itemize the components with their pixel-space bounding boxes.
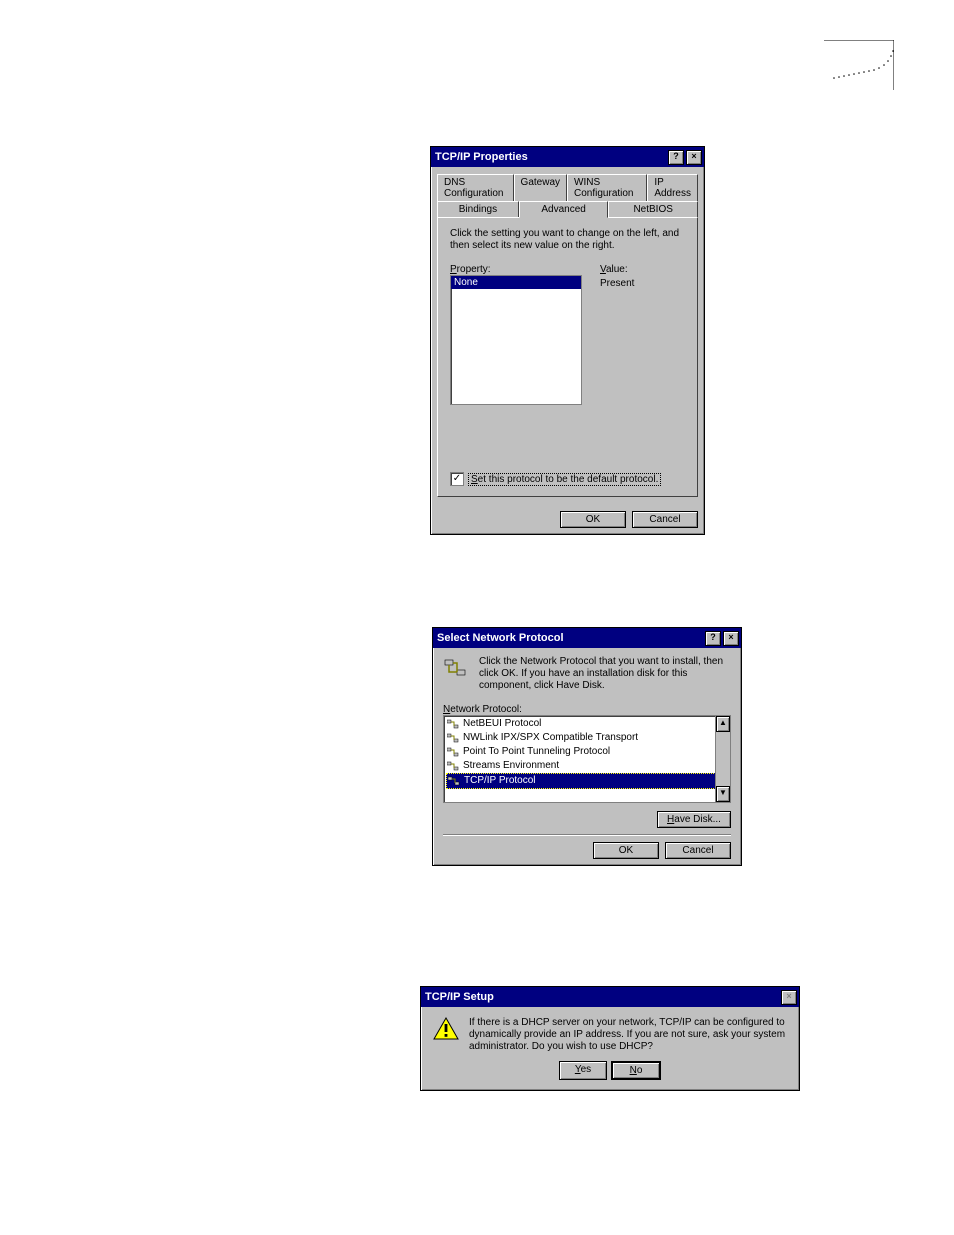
protocol-item[interactable]: Point To Point Tunneling Protocol <box>446 745 728 759</box>
close-icon: × <box>781 990 797 1005</box>
tab-ip-address[interactable]: IP Address <box>647 174 698 201</box>
property-item-none[interactable]: None <box>451 276 581 289</box>
protocol-icon <box>447 761 459 771</box>
value-text: Present <box>600 278 634 289</box>
default-protocol-label: Set this protocol to be the default prot… <box>468 473 661 486</box>
tab-wins-configuration[interactable]: WINS Configuration <box>567 174 647 201</box>
window-title: TCP/IP Setup <box>425 991 494 1003</box>
ok-button[interactable]: OK <box>560 511 626 528</box>
tab-netbios[interactable]: NetBIOS <box>608 201 698 218</box>
protocol-item[interactable]: NetBEUI Protocol <box>446 717 728 731</box>
list-label: Network Protocol: <box>443 704 731 715</box>
instruction-text: Click the setting you want to change on … <box>450 228 685 252</box>
close-icon[interactable]: × <box>723 631 739 646</box>
select-network-protocol-dialog: Select Network Protocol ? × Click the Ne… <box>432 627 742 866</box>
close-icon[interactable]: × <box>686 150 702 165</box>
protocol-item[interactable]: NWLink IPX/SPX Compatible Transport <box>446 731 728 745</box>
help-icon[interactable]: ? <box>668 150 684 165</box>
property-label: Property: <box>450 264 582 275</box>
value-label: Value: <box>600 264 634 275</box>
protocol-label: Streams Environment <box>463 759 559 773</box>
instruction-text: Click the Network Protocol that you want… <box>479 656 731 692</box>
protocol-icon <box>447 719 459 729</box>
yes-button[interactable]: Yes <box>559 1061 607 1080</box>
tcpip-setup-dialog: TCP/IP Setup × If there is a DHCP server… <box>420 986 800 1091</box>
protocol-label: NetBEUI Protocol <box>463 717 541 731</box>
titlebar[interactable]: TCP/IP Properties ? × <box>431 147 704 167</box>
protocol-icon <box>448 776 460 786</box>
ok-button[interactable]: OK <box>593 842 659 859</box>
protocol-icon <box>443 656 469 683</box>
scrollbar[interactable]: ▲ ▼ <box>715 716 730 802</box>
no-button[interactable]: No <box>611 1061 661 1080</box>
protocol-icon <box>447 747 459 757</box>
help-icon[interactable]: ? <box>705 631 721 646</box>
default-protocol-checkbox[interactable]: ✓ <box>450 472 464 486</box>
tab-advanced[interactable]: Advanced <box>519 201 609 218</box>
titlebar[interactable]: TCP/IP Setup × <box>421 987 799 1007</box>
tab-bindings[interactable]: Bindings <box>437 201 519 218</box>
window-title: TCP/IP Properties <box>435 151 528 163</box>
have-disk-button[interactable]: Have Disk... <box>657 811 731 828</box>
window-title: Select Network Protocol <box>437 632 564 644</box>
protocol-item[interactable]: TCP/IP Protocol <box>446 773 728 789</box>
page-corner-decoration <box>824 40 894 90</box>
protocol-label: NWLink IPX/SPX Compatible Transport <box>463 731 638 745</box>
message-text: If there is a DHCP server on your networ… <box>469 1017 787 1053</box>
cancel-button[interactable]: Cancel <box>665 842 731 859</box>
protocol-label: Point To Point Tunneling Protocol <box>463 745 610 759</box>
tab-gateway[interactable]: Gateway <box>514 174 567 201</box>
scroll-down-button[interactable]: ▼ <box>716 786 730 802</box>
tcpip-properties-dialog: TCP/IP Properties ? × DNS Configuration … <box>430 146 705 535</box>
scroll-up-button[interactable]: ▲ <box>716 716 730 732</box>
protocol-listbox[interactable]: NetBEUI ProtocolNWLink IPX/SPX Compatibl… <box>443 715 731 803</box>
titlebar[interactable]: Select Network Protocol ? × <box>433 628 741 648</box>
cancel-button[interactable]: Cancel <box>632 511 698 528</box>
property-listbox[interactable]: None <box>450 275 582 405</box>
warning-icon <box>433 1017 459 1041</box>
tab-dns-configuration[interactable]: DNS Configuration <box>437 174 514 201</box>
protocol-icon <box>447 733 459 743</box>
protocol-item[interactable]: Streams Environment <box>446 759 728 773</box>
protocol-label: TCP/IP Protocol <box>464 774 536 788</box>
